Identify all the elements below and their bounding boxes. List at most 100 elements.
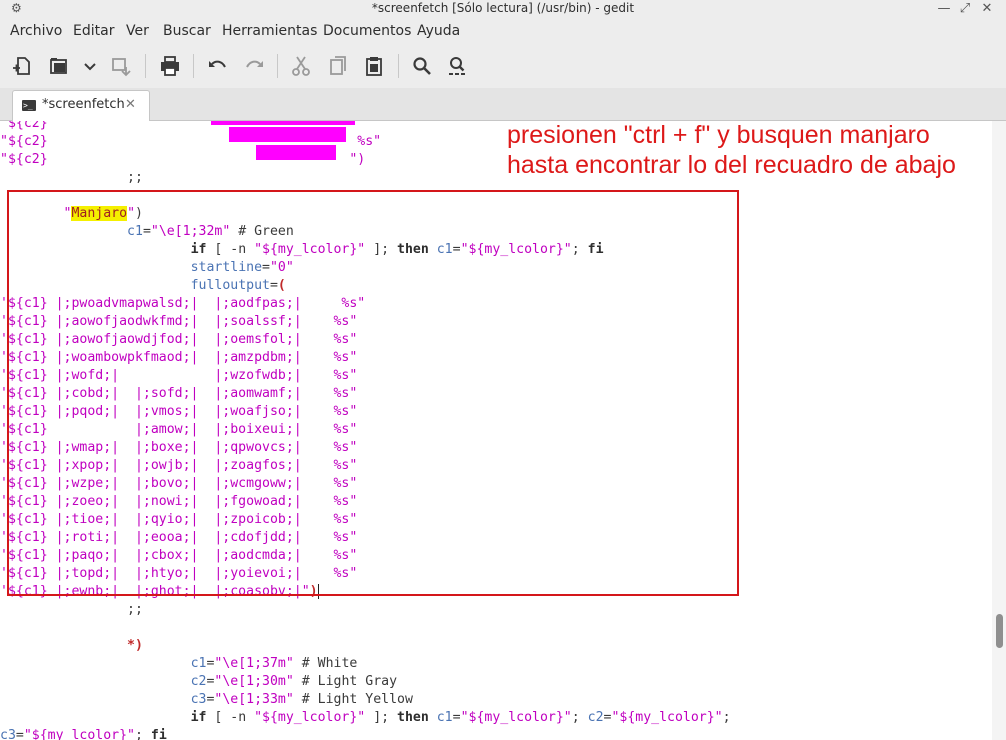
code-line[interactable]: "${c2} <box>0 121 48 133</box>
highlight-box <box>7 190 739 596</box>
code-token: ;; <box>0 602 143 617</box>
code-line[interactable]: ;; <box>0 601 143 619</box>
ascii-logo-block <box>211 121 355 125</box>
code-token: = <box>15 728 24 740</box>
search-icon <box>413 57 431 75</box>
toolbar-separator <box>145 54 146 78</box>
tab-bar: >_ *screenfetch ✕ <box>0 88 1006 121</box>
menu-bar: Archivo Editar Ver Buscar Herramientas D… <box>0 18 1006 44</box>
copy-button[interactable] <box>326 54 350 78</box>
code-line[interactable]: if [ -n "${my_lcolor}" ]; then c1="${my_… <box>0 709 731 727</box>
menu-herramientas[interactable]: Herramientas <box>222 23 317 39</box>
code-token: = <box>452 710 461 725</box>
code-token: c3 <box>190 692 207 707</box>
code-token: ; <box>722 710 731 725</box>
save-button[interactable] <box>110 54 134 78</box>
code-token: c2 <box>587 710 604 725</box>
code-token: "${my_lcolor}" <box>460 710 572 725</box>
code-token: "${c2} <box>0 152 48 167</box>
code-line[interactable]: *) <box>0 637 143 655</box>
tab-close-button[interactable]: ✕ <box>125 97 136 112</box>
code-line[interactable]: c2="\e[1;30m" # Light Gray <box>0 673 397 691</box>
code-line[interactable]: "${c2} ") <box>0 151 365 169</box>
toolbar-separator <box>193 54 194 78</box>
print-button[interactable] <box>158 54 182 78</box>
code-token: if <box>190 710 207 725</box>
tab-label: *screenfetch <box>42 97 125 112</box>
menu-ver[interactable]: Ver <box>126 23 149 39</box>
code-line[interactable]: c3="\e[1;33m" # Light Yellow <box>0 691 413 709</box>
search-replace-icon <box>449 57 465 75</box>
annotation-line-1: presionen "ctrl + f" y busquen manjaro <box>507 121 930 149</box>
clipboard-icon <box>366 57 382 76</box>
cut-button[interactable] <box>289 54 313 78</box>
menu-ayuda[interactable]: Ayuda <box>417 23 460 39</box>
code-token: "\e[1;37m" <box>214 656 294 671</box>
code-line[interactable]: "${c2} %s" <box>0 133 381 151</box>
annotation-line-2: hasta encontrar lo del recuadro de abajo <box>507 151 956 179</box>
minimize-button[interactable]: — <box>935 0 953 17</box>
menu-buscar[interactable]: Buscar <box>163 23 211 39</box>
printer-icon <box>161 56 179 76</box>
code-token: c3 <box>0 728 16 740</box>
title-bar: ⚙ *screenfetch [Sólo lectura] (/usr/bin)… <box>0 0 1006 18</box>
save-icon <box>112 58 131 77</box>
menu-editar[interactable]: Editar <box>73 23 114 39</box>
code-token: "${c2} <box>0 134 48 149</box>
undo-icon <box>209 60 226 68</box>
text-editor[interactable]: "${c2} "${c2} %s" "${c2} ") ;; "Manjaro") … <box>0 121 992 740</box>
code-token: ; <box>135 728 151 740</box>
open-button[interactable] <box>47 54 71 78</box>
code-token: "${c2} <box>0 121 48 131</box>
undo-button[interactable] <box>206 54 230 78</box>
code-line[interactable]: ;; <box>0 169 143 187</box>
scrollbar-thumb[interactable] <box>996 614 1003 648</box>
code-line[interactable]: c1="\e[1;37m" # White <box>0 655 358 673</box>
code-token: *) <box>127 638 143 653</box>
code-token: "${my_lcolor}" <box>611 710 723 725</box>
maximize-button[interactable]: ⤢ <box>956 0 974 17</box>
terminal-icon: >_ <box>22 100 36 111</box>
code-token: then <box>397 710 429 725</box>
redo-icon <box>246 60 263 68</box>
toolbar-separator <box>398 54 399 78</box>
code-token: c1 <box>436 710 453 725</box>
code-token: # White <box>293 656 358 671</box>
close-button[interactable]: ✕ <box>978 0 996 17</box>
chevron-down-icon <box>84 63 96 71</box>
code-token: "\e[1;33m" <box>214 692 294 707</box>
scissors-icon <box>292 56 310 76</box>
code-token: # Light Gray <box>293 674 398 689</box>
window-title: *screenfetch [Sólo lectura] (/usr/bin) -… <box>371 1 635 15</box>
code-token: ]; <box>365 710 398 725</box>
open-recent-button[interactable] <box>80 54 100 78</box>
menu-archivo[interactable]: Archivo <box>10 23 62 39</box>
new-document-button[interactable] <box>10 54 34 78</box>
code-token: ;; <box>0 170 143 185</box>
code-token: c2 <box>190 674 207 689</box>
vertical-scrollbar[interactable] <box>992 121 1006 740</box>
paste-button[interactable] <box>362 54 386 78</box>
code-token: fi <box>150 728 167 740</box>
code-token: "${my_lcolor}" <box>254 710 366 725</box>
code-line[interactable]: c3="${my_lcolor}"; fi <box>0 727 167 740</box>
new-document-icon <box>13 57 30 75</box>
code-token: # Light Yellow <box>293 692 413 707</box>
code-token: "${my_lcolor}" <box>23 728 135 740</box>
find-button[interactable] <box>410 54 434 78</box>
replace-button[interactable] <box>446 54 470 78</box>
code-token: %s" <box>357 134 382 149</box>
code-token: "\e[1;30m" <box>214 674 294 689</box>
tab-screenfetch[interactable]: >_ *screenfetch ✕ <box>12 90 150 121</box>
menu-documentos[interactable]: Documentos <box>323 23 411 39</box>
code-token: ") <box>349 152 366 167</box>
redo-button[interactable] <box>242 54 266 78</box>
code-token: c1 <box>190 656 207 671</box>
